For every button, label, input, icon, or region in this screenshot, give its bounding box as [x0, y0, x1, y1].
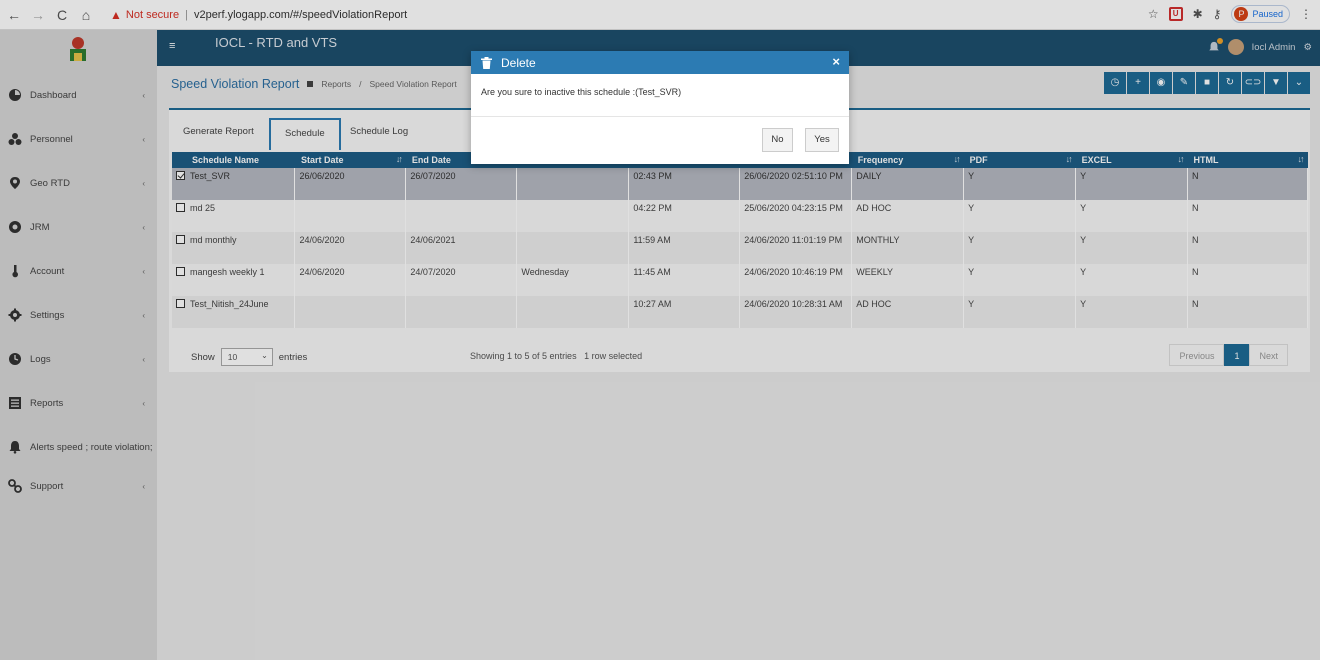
dialog-header: Delete ×: [471, 51, 849, 74]
yes-button[interactable]: Yes: [805, 128, 839, 152]
dialog-title: Delete: [501, 55, 536, 70]
no-button[interactable]: No: [762, 128, 793, 152]
delete-dialog: Delete × Are you sure to inactive this s…: [471, 51, 849, 164]
close-icon[interactable]: ×: [832, 54, 840, 69]
trash-icon: [481, 56, 492, 69]
dialog-footer: No Yes: [471, 117, 849, 164]
dialog-message: Are you sure to inactive this schedule :…: [471, 74, 849, 117]
